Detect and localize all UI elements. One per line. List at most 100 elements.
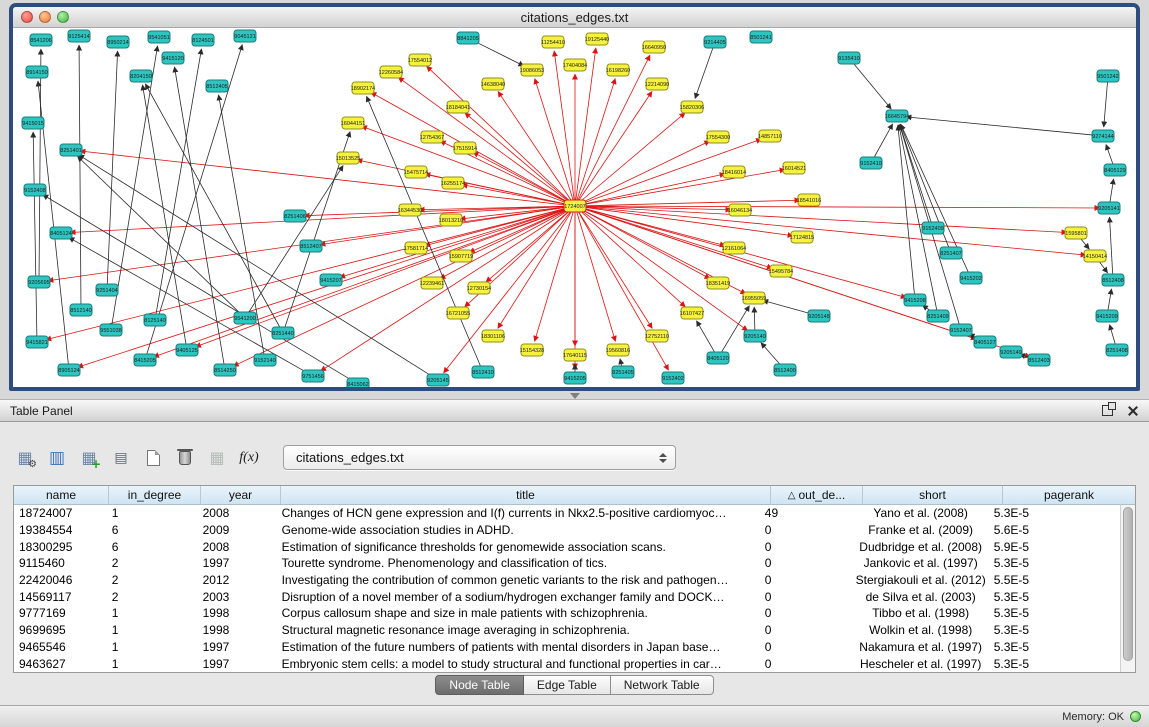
- graph-node[interactable]: 16014521: [782, 162, 806, 174]
- graph-node[interactable]: 19086053: [520, 64, 544, 76]
- zoom-window-button[interactable]: [57, 11, 69, 23]
- graph-node[interactable]: 17404084: [563, 59, 587, 71]
- window-titlebar[interactable]: citations_edges.txt: [13, 7, 1136, 28]
- graph-node[interactable]: 8415062: [347, 378, 369, 387]
- graph-node[interactable]: 15495784: [769, 265, 793, 277]
- graph-node[interactable]: 8415205: [134, 354, 156, 366]
- graph-node[interactable]: 8124501: [192, 34, 214, 46]
- graph-node[interactable]: 15907719: [449, 250, 473, 262]
- column-header-out-degree[interactable]: △ out_de...: [771, 486, 863, 504]
- graph-node[interactable]: 9415202: [960, 272, 982, 284]
- graph-node[interactable]: 8512405: [206, 80, 228, 92]
- graph-node[interactable]: 8405124: [50, 227, 72, 239]
- table-row[interactable]: 1830029562008Estimation of significance …: [14, 538, 1120, 555]
- table-row[interactable]: 977716911998Corpus callosum shape and si…: [14, 605, 1120, 622]
- graph-node[interactable]: 8501241: [750, 31, 772, 43]
- graph-node[interactable]: 14150414: [1083, 250, 1107, 262]
- graph-node[interactable]: 9551038: [100, 324, 122, 336]
- table-row[interactable]: 1872400712008Changes of HCN gene express…: [14, 505, 1120, 522]
- delete-table-button[interactable]: [172, 445, 198, 471]
- graph-node[interactable]: 1595801: [1065, 227, 1087, 239]
- table-column-settings-button[interactable]: ▦⚙: [12, 445, 38, 471]
- graph-node[interactable]: 9251404: [96, 284, 118, 296]
- tab-network-table[interactable]: Network Table: [611, 675, 714, 695]
- show-hide-columns-button[interactable]: ▥: [44, 445, 70, 471]
- column-header-in-degree[interactable]: in_degree: [109, 486, 201, 504]
- table-row[interactable]: 946554611997Estimation of the future num…: [14, 639, 1120, 656]
- graph-node[interactable]: 12752110: [645, 330, 669, 342]
- graph-node[interactable]: 9501242: [1097, 70, 1119, 82]
- graph-node[interactable]: 17554012: [408, 54, 432, 66]
- graph-node[interactable]: 12730154: [467, 282, 491, 294]
- graph-node[interactable]: 9045121: [234, 30, 256, 42]
- graph-node[interactable]: 16344530: [398, 204, 422, 216]
- graph-node[interactable]: 9415205: [564, 372, 586, 384]
- graph-node[interactable]: 8204150: [130, 70, 152, 82]
- graph-node[interactable]: 16198260: [606, 64, 630, 76]
- table-row[interactable]: 911546021997Tourette syndrome. Phenomeno…: [14, 555, 1120, 572]
- graph-node[interactable]: 16255174: [441, 177, 465, 189]
- graph-node[interactable]: 8841205: [457, 32, 479, 44]
- float-panel-icon[interactable]: [1102, 405, 1113, 416]
- graph-node[interactable]: 9274144: [1092, 130, 1114, 142]
- graph-node[interactable]: 8405129: [1104, 164, 1126, 176]
- graph-node[interactable]: 9152140: [254, 354, 276, 366]
- graph-node[interactable]: 16107427: [680, 307, 704, 319]
- graph-node[interactable]: 16645794: [885, 110, 909, 122]
- column-header-name[interactable]: name: [14, 486, 109, 504]
- tab-edge-table[interactable]: Edge Table: [524, 675, 611, 695]
- create-table-button[interactable]: [140, 445, 166, 471]
- table-row[interactable]: 1456911722003Disruption of a novel membe…: [14, 588, 1120, 605]
- graph-node[interactable]: 9205145: [427, 374, 449, 386]
- graph-node[interactable]: 9214405: [704, 36, 726, 48]
- graph-node[interactable]: 15820306: [680, 101, 704, 113]
- graph-node[interactable]: 18184041: [446, 101, 470, 113]
- network-view[interactable]: 1724007160461341841601417554300158203061…: [13, 28, 1136, 387]
- graph-node[interactable]: 8405120: [707, 352, 729, 364]
- graph-node[interactable]: 8512140: [70, 304, 92, 316]
- graph-node[interactable]: 8405127: [974, 336, 996, 348]
- graph-node[interactable]: 8512408: [1102, 274, 1124, 286]
- graph-node[interactable]: 16721055: [446, 307, 470, 319]
- graph-node[interactable]: 9205149: [1000, 346, 1022, 358]
- graph-node[interactable]: 8251407: [940, 247, 962, 259]
- graph-node[interactable]: 9152410: [860, 157, 882, 169]
- function-builder-button[interactable]: f(x): [236, 445, 262, 471]
- graph-node[interactable]: 9541200: [234, 312, 256, 324]
- graph-node[interactable]: 8541206: [30, 34, 52, 46]
- graph-node[interactable]: 9415207: [320, 274, 342, 286]
- table-selector[interactable]: citations_edges.txt: [283, 445, 676, 470]
- graph-node[interactable]: 8251408: [1106, 344, 1128, 356]
- graph-node[interactable]: 14857110: [758, 130, 782, 142]
- graph-node[interactable]: 15154328: [520, 344, 544, 356]
- graph-node[interactable]: 12239461: [420, 277, 444, 289]
- graph-node[interactable]: 8950214: [107, 36, 129, 48]
- column-header-year[interactable]: year: [201, 486, 281, 504]
- graph-node[interactable]: 17124815: [790, 231, 814, 243]
- graph-node[interactable]: 8905124: [58, 364, 80, 376]
- graph-node[interactable]: 18301106: [481, 330, 505, 342]
- graph-node[interactable]: 9125414: [68, 30, 90, 42]
- graph-node[interactable]: 12260584: [379, 66, 403, 78]
- graph-hub-node[interactable]: 1724007: [564, 200, 586, 212]
- column-header-pagerank[interactable]: pagerank: [1003, 486, 1135, 504]
- graph-node[interactable]: 18351419: [706, 277, 730, 289]
- graph-node[interactable]: 16640950: [642, 41, 666, 53]
- graph-node[interactable]: 9135410: [838, 52, 860, 64]
- graph-node[interactable]: 8251405: [612, 366, 634, 378]
- graph-node[interactable]: 12214090: [645, 78, 669, 90]
- graph-node[interactable]: 9152402: [662, 372, 684, 384]
- graph-node[interactable]: 18013210: [439, 214, 463, 226]
- graph-node[interactable]: 9751456: [302, 370, 324, 382]
- panel-splitter[interactable]: [0, 391, 1149, 400]
- tab-node-table[interactable]: Node Table: [435, 675, 524, 695]
- close-panel-icon[interactable]: [1127, 405, 1139, 417]
- graph-node[interactable]: 17640115: [563, 349, 587, 361]
- table-row[interactable]: 1938455462009Genome-wide association stu…: [14, 522, 1120, 539]
- table-row[interactable]: 946362711997Embryonic stem cells: a mode…: [14, 655, 1120, 672]
- column-header-title[interactable]: title: [281, 486, 771, 504]
- graph-node[interactable]: 8512410: [472, 366, 494, 378]
- graph-node[interactable]: 16044151: [341, 117, 365, 129]
- graph-node[interactable]: 9152409: [922, 222, 944, 234]
- graph-node[interactable]: 9415120: [162, 52, 184, 64]
